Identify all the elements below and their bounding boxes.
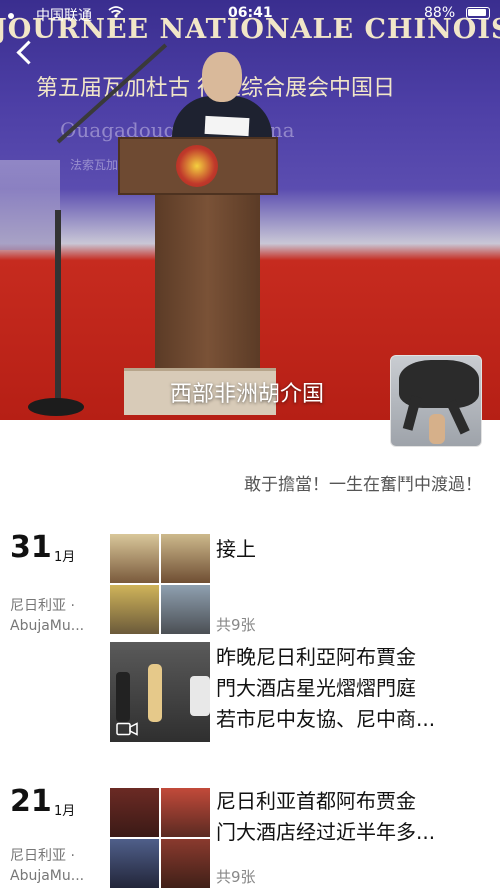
post-text-line: 若市尼中友協、尼中商... <box>216 707 436 731</box>
photo-count: 共9张 <box>216 616 256 634</box>
video-thumbnail[interactable] <box>110 642 210 742</box>
post-month: 1月 <box>54 550 76 565</box>
building-illustration <box>0 160 60 250</box>
post-text-line: 昨晚尼日利亞阿布賈金 <box>216 645 416 669</box>
photo-grid[interactable] <box>110 534 210 634</box>
wifi-icon <box>108 6 124 18</box>
post-text-line: 门大酒店经过近半年多... <box>216 820 436 844</box>
video-camera-icon <box>116 722 138 736</box>
photo-thumbnail[interactable] <box>110 585 159 634</box>
post-location[interactable]: 尼日利亚 · AbujaMu... <box>10 846 105 886</box>
photo-thumbnail[interactable] <box>110 788 159 837</box>
post-day: 21 <box>10 784 52 819</box>
speaker-head <box>202 52 242 102</box>
battery-icon <box>466 7 490 19</box>
post-day: 31 <box>10 530 52 565</box>
post-location[interactable]: 尼日利亚 · AbujaMu... <box>10 596 105 636</box>
photo-thumbnail[interactable] <box>110 839 159 888</box>
photo-thumbnail[interactable] <box>161 585 210 634</box>
post-text-line: 門大酒店星光熠熠門庭 <box>216 676 416 700</box>
photo-grid[interactable] <box>110 788 210 888</box>
battery-percent: 88% <box>424 5 456 21</box>
signal-icon <box>8 13 14 19</box>
carrier: 中国联通 <box>8 5 92 25</box>
photo-thumbnail[interactable] <box>161 534 210 583</box>
post-text[interactable]: 昨晚尼日利亞阿布賈金 門大酒店星光熠熠門庭 若市尼中友協、尼中商... <box>216 642 435 735</box>
post-text[interactable]: 接上 <box>216 534 256 565</box>
carrier-label: 中国联通 <box>36 8 92 24</box>
post-text-line: 尼日利亚首都阿布贾金 <box>216 789 416 813</box>
photo-thumbnail[interactable] <box>110 534 159 583</box>
moment-post: 21 1月 尼日利亚 · AbujaMu... 尼日利亚首都阿布贾金 门大酒店经… <box>0 784 500 890</box>
post-month: 1月 <box>54 804 76 819</box>
national-emblem-icon <box>176 145 218 187</box>
profile-name: 西部非洲胡介国 <box>170 382 325 407</box>
photo-thumbnail[interactable] <box>161 788 210 837</box>
moment-post: 31 1月 尼日利亚 · AbujaMu... 接上 共9张 昨晚尼日利亞阿布賈… <box>0 530 500 755</box>
microphone-stand-base <box>28 398 84 416</box>
photo-count: 共9张 <box>216 868 256 886</box>
post-text[interactable]: 尼日利亚首都阿布贾金 门大酒店经过近半年多... <box>216 786 435 848</box>
podium-column <box>155 195 260 370</box>
profile-signature: 敢于擔當！一生在奮鬥中渡過！ <box>244 475 482 495</box>
status-bar: 中国联通 06:41 88% <box>0 0 500 28</box>
microphone-stand <box>55 210 61 405</box>
photo-thumbnail[interactable] <box>161 839 210 888</box>
speech-paper <box>204 115 250 137</box>
avatar[interactable] <box>390 355 482 447</box>
clock: 06:41 <box>228 5 273 21</box>
